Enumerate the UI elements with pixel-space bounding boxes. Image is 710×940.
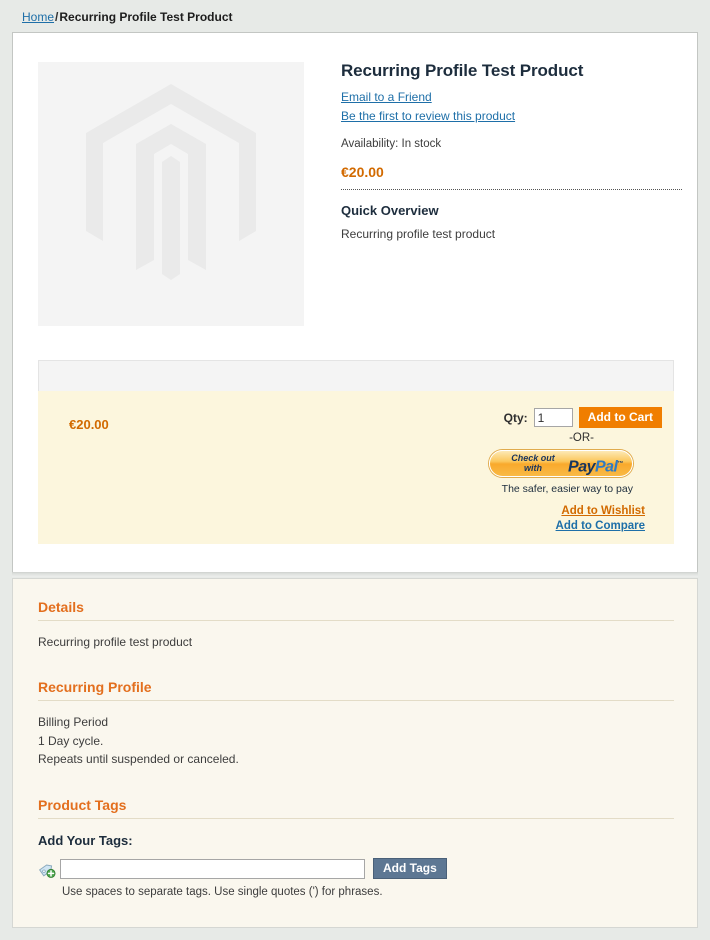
product-image[interactable] xyxy=(38,62,304,326)
add-to-cart-header xyxy=(38,360,674,391)
recurring-body: Billing Period 1 Day cycle. Repeats unti… xyxy=(38,713,674,769)
section-recurring-profile: Recurring Profile Billing Period 1 Day c… xyxy=(38,679,674,769)
page-root: Home/Recurring Profile Test Product Recu… xyxy=(0,0,710,940)
product-card: Recurring Profile Test Product Email to … xyxy=(12,32,698,572)
tags-input-row: Add Tags xyxy=(38,858,674,879)
add-to-compare-link[interactable]: Add to Compare xyxy=(556,519,645,534)
breadcrumb-home-link[interactable]: Home xyxy=(22,10,54,24)
tags-hint-text: Use spaces to separate tags. Use single … xyxy=(62,886,383,898)
paypal-checkout-button[interactable]: Check out with PayPal™ xyxy=(489,450,633,477)
paypal-logo-pay: Pay xyxy=(568,458,595,476)
paypal-logo-pal: Pal xyxy=(594,458,618,476)
review-product-link[interactable]: Be the first to review this product xyxy=(341,107,681,126)
add-to-cart-box: €20.00 Qty: Add to Cart -OR- Check out w… xyxy=(38,391,674,544)
recurring-line-3: Repeats until suspended or canceled. xyxy=(38,752,239,766)
paypal-checkout-wrap: Check out with PayPal™ xyxy=(362,450,662,480)
add-to-wishlist-link[interactable]: Add to Wishlist xyxy=(556,504,645,519)
add-your-tags-label: Add Your Tags: xyxy=(38,833,133,848)
section-product-tags: Product Tags Add Your Tags: Add Tags Use… xyxy=(38,797,674,899)
card-shadow-divider xyxy=(12,572,698,577)
paypal-checkout-text: Check out with xyxy=(504,453,562,473)
tags-input[interactable] xyxy=(60,858,365,879)
page-title: Recurring Profile Test Product xyxy=(341,61,584,80)
details-title: Details xyxy=(38,599,674,621)
breadcrumb-current: Recurring Profile Test Product xyxy=(59,10,233,24)
cart-secondary-links: Add to Wishlist Add to Compare xyxy=(556,504,645,534)
email-to-friend-link[interactable]: Email to a Friend xyxy=(341,88,681,107)
add-to-cart-button[interactable]: Add to Cart xyxy=(578,407,662,428)
tag-add-icon xyxy=(38,860,56,878)
breadcrumb: Home/Recurring Profile Test Product xyxy=(22,10,233,24)
or-separator: -OR- xyxy=(569,432,594,444)
product-price: €20.00 xyxy=(341,164,384,180)
quick-overview-title: Quick Overview xyxy=(341,203,439,218)
product-detail-panel: Details Recurring profile test product R… xyxy=(12,578,698,928)
qty-input[interactable] xyxy=(533,408,573,427)
qty-row: Qty: Add to Cart xyxy=(362,407,662,428)
product-tags-title: Product Tags xyxy=(38,797,674,819)
recurring-title: Recurring Profile xyxy=(38,679,674,701)
magento-logo-icon xyxy=(38,62,304,326)
details-body: Recurring profile test product xyxy=(38,635,193,649)
paypal-checkout-line2: with xyxy=(524,462,542,473)
cart-price: €20.00 xyxy=(69,417,109,432)
recurring-line-1: Billing Period xyxy=(38,715,109,729)
add-tags-button[interactable]: Add Tags xyxy=(373,858,447,879)
qty-label: Qty: xyxy=(503,410,528,425)
cart-actions: Qty: Add to Cart -OR- Check out with Pay… xyxy=(362,407,662,495)
product-info: Recurring Profile Test Product Email to … xyxy=(341,61,682,242)
recurring-line-2: 1 Day cycle. xyxy=(38,733,104,748)
availability-status: Availability: In stock xyxy=(341,138,442,150)
section-details: Details Recurring profile test product xyxy=(38,599,674,652)
paypal-checkout-line1: Check out xyxy=(511,453,555,463)
paypal-logo-icon: PayPal™ xyxy=(568,455,623,476)
divider xyxy=(341,189,682,190)
paypal-tagline: The safer, easier way to pay xyxy=(501,483,633,495)
quick-overview-text: Recurring profile test product xyxy=(341,227,496,241)
paypal-trademark: ™ xyxy=(617,461,624,467)
